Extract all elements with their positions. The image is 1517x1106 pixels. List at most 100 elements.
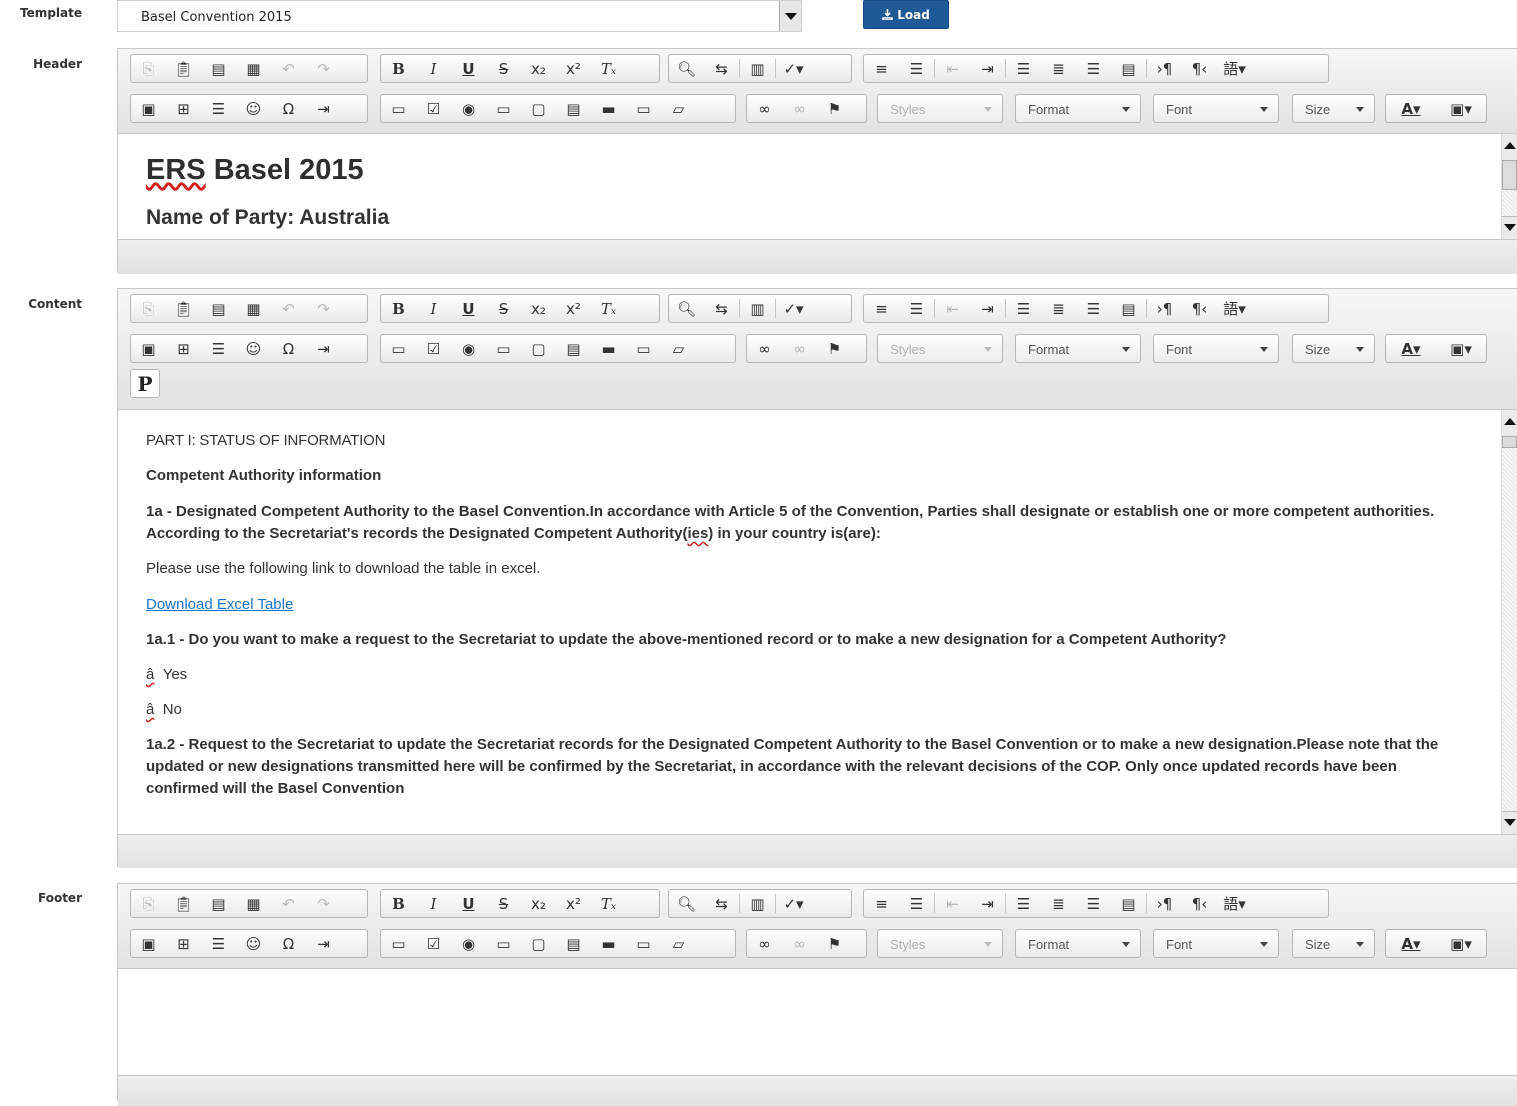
bold-button[interactable]: B	[381, 55, 416, 82]
checkbox-icon[interactable]: ☑	[416, 335, 451, 362]
ltr-icon[interactable]: ›¶	[1147, 55, 1182, 82]
special-char-icon[interactable]: Ω	[271, 335, 306, 362]
rtl-icon[interactable]: ¶‹	[1182, 55, 1217, 82]
outdent-icon[interactable]: ⇤	[935, 295, 970, 322]
page-break-icon[interactable]: ⇥	[306, 95, 341, 122]
align-center-icon[interactable]: ≣	[1041, 55, 1076, 82]
numbered-list-icon[interactable]: ≡	[864, 55, 899, 82]
form-icon[interactable]: ▭	[381, 930, 416, 957]
subscript-button[interactable]: x₂	[521, 295, 556, 322]
undo-icon[interactable]: ↶	[271, 55, 306, 82]
bg-color-button[interactable]: ▣ ▾	[1436, 930, 1486, 957]
indent-icon[interactable]: ⇥	[970, 890, 1005, 917]
align-right-icon[interactable]: ☰	[1076, 890, 1111, 917]
redo-icon[interactable]: ↷	[306, 55, 341, 82]
text-color-button[interactable]: A ▾	[1386, 930, 1436, 957]
textfield-icon[interactable]: ▭	[486, 95, 521, 122]
align-right-icon[interactable]: ☰	[1076, 295, 1111, 322]
language-icon[interactable]: 語▾	[1217, 295, 1252, 322]
italic-button[interactable]: I	[416, 890, 451, 917]
textarea-icon[interactable]: ▢	[521, 335, 556, 362]
undo-icon[interactable]: ↶	[271, 295, 306, 322]
superscript-button[interactable]: x²	[556, 295, 591, 322]
scroll-thumb[interactable]	[1502, 436, 1517, 448]
unlink-icon[interactable]: ∞	[782, 95, 817, 122]
strike-button[interactable]: S	[486, 295, 521, 322]
content-editor-area[interactable]: PART I: STATUS OF INFORMATION Competent …	[118, 410, 1517, 834]
radio-icon[interactable]: ◉	[451, 930, 486, 957]
language-icon[interactable]: 語▾	[1217, 55, 1252, 82]
ltr-icon[interactable]: ›¶	[1147, 890, 1182, 917]
align-center-icon[interactable]: ≣	[1041, 295, 1076, 322]
paste-text-icon[interactable]: ▤	[201, 890, 236, 917]
select-field-icon[interactable]: ▤	[556, 95, 591, 122]
page-break-icon[interactable]: ⇥	[306, 930, 341, 957]
chevron-down-icon[interactable]	[779, 1, 801, 31]
bold-button[interactable]: B	[381, 890, 416, 917]
smiley-icon[interactable]: ☺	[236, 95, 271, 122]
hidden-field-icon[interactable]: ▱	[661, 930, 696, 957]
paste-icon[interactable]: 📋︎	[166, 890, 201, 917]
outdent-icon[interactable]: ⇤	[935, 890, 970, 917]
align-left-icon[interactable]: ☰	[1006, 295, 1041, 322]
bg-color-button[interactable]: ▣ ▾	[1436, 95, 1486, 122]
outdent-icon[interactable]: ⇤	[935, 55, 970, 82]
horizontal-line-icon[interactable]: ☰	[201, 335, 236, 362]
horizontal-line-icon[interactable]: ☰	[201, 95, 236, 122]
numbered-list-icon[interactable]: ≡	[864, 295, 899, 322]
paste-text-icon[interactable]: ▤	[201, 55, 236, 82]
anchor-flag-icon[interactable]: ⚑	[817, 930, 852, 957]
scroll-thumb[interactable]	[1502, 160, 1517, 190]
table-icon[interactable]: ⊞	[166, 95, 201, 122]
superscript-button[interactable]: x²	[556, 55, 591, 82]
scroll-down-icon[interactable]	[1502, 811, 1517, 834]
underline-button[interactable]: U	[451, 295, 486, 322]
select-field-icon[interactable]: ▤	[556, 930, 591, 957]
checkbox-icon[interactable]: ☑	[416, 95, 451, 122]
bulleted-list-icon[interactable]: ☰	[899, 890, 934, 917]
textarea-icon[interactable]: ▢	[521, 930, 556, 957]
styles-combo[interactable]: Styles	[877, 94, 1003, 123]
select-all-icon[interactable]: ▥	[740, 890, 775, 917]
size-combo[interactable]: Size	[1292, 94, 1375, 123]
styles-combo[interactable]: Styles	[877, 929, 1003, 958]
format-combo[interactable]: Format	[1015, 334, 1141, 363]
image-icon[interactable]: ▣	[131, 335, 166, 362]
copy-icon[interactable]: ⎘	[131, 295, 166, 322]
option-no[interactable]: â No	[146, 699, 1456, 721]
smiley-icon[interactable]: ☺	[236, 335, 271, 362]
select-all-icon[interactable]: ▥	[740, 295, 775, 322]
remove-format-button[interactable]: Tₓ	[591, 55, 626, 82]
select-field-icon[interactable]: ▤	[556, 335, 591, 362]
font-combo[interactable]: Font	[1153, 334, 1279, 363]
form-icon[interactable]: ▭	[381, 335, 416, 362]
ltr-icon[interactable]: ›¶	[1147, 295, 1182, 322]
bulleted-list-icon[interactable]: ☰	[899, 295, 934, 322]
hidden-field-icon[interactable]: ▱	[661, 335, 696, 362]
strike-button[interactable]: S	[486, 55, 521, 82]
horizontal-line-icon[interactable]: ☰	[201, 930, 236, 957]
align-left-icon[interactable]: ☰	[1006, 55, 1041, 82]
anchor-flag-icon[interactable]: ⚑	[817, 335, 852, 362]
indent-icon[interactable]: ⇥	[970, 55, 1005, 82]
footer-editor-area[interactable]	[118, 969, 1517, 1075]
numbered-list-icon[interactable]: ≡	[864, 890, 899, 917]
rtl-icon[interactable]: ¶‹	[1182, 295, 1217, 322]
copy-icon[interactable]: ⎘	[131, 890, 166, 917]
size-combo[interactable]: Size	[1292, 929, 1375, 958]
text-color-button[interactable]: A ▾	[1386, 335, 1436, 362]
unlink-icon[interactable]: ∞	[782, 335, 817, 362]
form-icon[interactable]: ▭	[381, 95, 416, 122]
indent-icon[interactable]: ⇥	[970, 295, 1005, 322]
option-yes[interactable]: â Yes	[146, 664, 1456, 686]
button-field-icon[interactable]: ▬	[591, 335, 626, 362]
spellcheck-icon[interactable]: ✓▾	[776, 55, 811, 82]
remove-format-button[interactable]: Tₓ	[591, 890, 626, 917]
image-icon[interactable]: ▣	[131, 95, 166, 122]
load-button[interactable]: Load	[863, 0, 949, 29]
textfield-icon[interactable]: ▭	[486, 335, 521, 362]
subscript-button[interactable]: x₂	[521, 890, 556, 917]
paste-text-icon[interactable]: ▤	[201, 295, 236, 322]
redo-icon[interactable]: ↷	[306, 890, 341, 917]
size-combo[interactable]: Size	[1292, 334, 1375, 363]
